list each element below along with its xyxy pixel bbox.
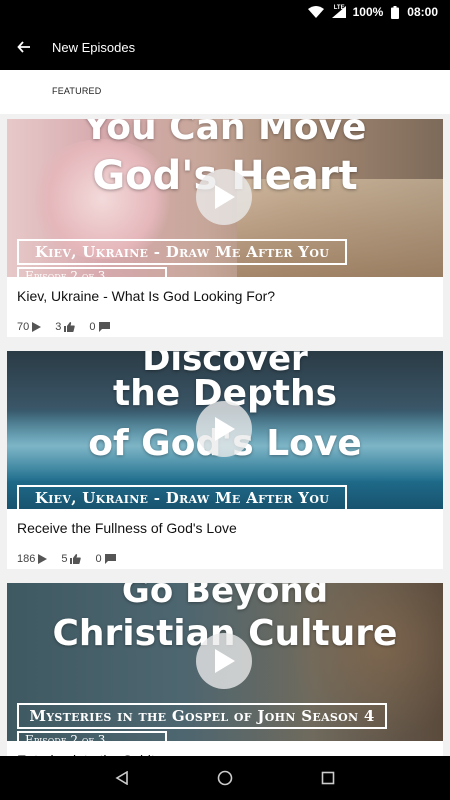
thumbnail-episode: Episode 2 of 3 <box>17 731 167 741</box>
episode-title[interactable]: Receive the Fullness of God's Love <box>7 509 443 539</box>
play-icon <box>215 649 235 673</box>
like-count-value: 3 <box>55 321 62 333</box>
battery-percent: 100% <box>352 5 384 19</box>
play-button[interactable] <box>196 169 252 225</box>
play-count: 186 <box>17 553 48 565</box>
play-icon <box>215 417 235 441</box>
play-button[interactable] <box>196 633 252 689</box>
battery-icon <box>391 5 400 19</box>
thumbnail-episode: Episode 2 of 3 <box>17 267 167 277</box>
play-count-value: 70 <box>17 321 30 333</box>
play-icon <box>32 322 42 332</box>
nav-home-button[interactable] <box>205 758 245 798</box>
triangle-back-icon <box>115 771 128 785</box>
clock: 08:00 <box>407 5 438 19</box>
page-title: New Episodes <box>52 39 136 55</box>
comment-icon <box>104 554 116 564</box>
like-count: 3 <box>55 321 76 333</box>
episode-list[interactable]: FEATURED You Can Move God's Heart Kiev, … <box>0 70 450 756</box>
episode-thumbnail[interactable]: Go Beyond Christian Culture Mysteries in… <box>7 583 443 741</box>
comment-count: 0 <box>89 321 110 333</box>
signal-icon: LTE <box>331 5 346 18</box>
play-count: 70 <box>17 321 42 333</box>
back-button[interactable] <box>0 24 48 70</box>
circle-home-icon <box>217 770 233 786</box>
thumbnail-series: Mysteries in the Gospel of John Season 4 <box>17 703 387 729</box>
comment-count-value: 0 <box>89 321 96 333</box>
comment-count-value: 0 <box>95 553 102 565</box>
status-bar: LTE 100% 08:00 <box>0 0 450 24</box>
arrow-left-icon <box>17 41 30 53</box>
episode-stats: 186 5 0 <box>7 539 443 569</box>
thumbs-up-icon <box>70 554 82 564</box>
episode-card[interactable]: Discover the Depths of God's Love Kiev, … <box>7 351 443 569</box>
episode-thumbnail[interactable]: You Can Move God's Heart Kiev, Ukraine -… <box>7 119 443 277</box>
comment-count: 0 <box>95 553 116 565</box>
episode-thumbnail[interactable]: Discover the Depths of God's Love Kiev, … <box>7 351 443 509</box>
thumbnail-headline: You Can Move <box>83 119 367 148</box>
thumbs-up-icon <box>64 322 76 332</box>
system-nav-bar <box>0 756 450 800</box>
square-recents-icon <box>322 771 335 785</box>
episode-stats: 70 3 0 <box>7 307 443 337</box>
like-count: 5 <box>61 553 82 565</box>
app-bar: New Episodes <box>0 24 450 70</box>
comment-icon <box>98 322 110 332</box>
like-count-value: 5 <box>61 553 68 565</box>
episode-card[interactable]: Go Beyond Christian Culture Mysteries in… <box>7 583 443 756</box>
episode-title[interactable]: Entering into the Spirit <box>7 741 443 756</box>
play-button[interactable] <box>196 401 252 457</box>
thumbnail-headline: Go Beyond <box>121 583 329 611</box>
section-label: FEATURED <box>52 86 102 96</box>
wifi-icon <box>307 6 324 18</box>
thumbnail-series: Kiev, Ukraine - Draw Me After You <box>17 239 347 265</box>
network-type: LTE <box>333 5 345 11</box>
thumbnail-series: Kiev, Ukraine - Draw Me After You <box>17 485 347 509</box>
episode-card[interactable]: You Can Move God's Heart Kiev, Ukraine -… <box>7 119 443 337</box>
episode-title[interactable]: Kiev, Ukraine - What Is God Looking For? <box>7 277 443 307</box>
nav-back-button[interactable] <box>102 758 142 798</box>
play-count-value: 186 <box>17 553 36 565</box>
section-header: FEATURED <box>0 70 450 114</box>
play-icon <box>38 554 48 564</box>
play-icon <box>215 185 235 209</box>
nav-recents-button[interactable] <box>308 758 348 798</box>
